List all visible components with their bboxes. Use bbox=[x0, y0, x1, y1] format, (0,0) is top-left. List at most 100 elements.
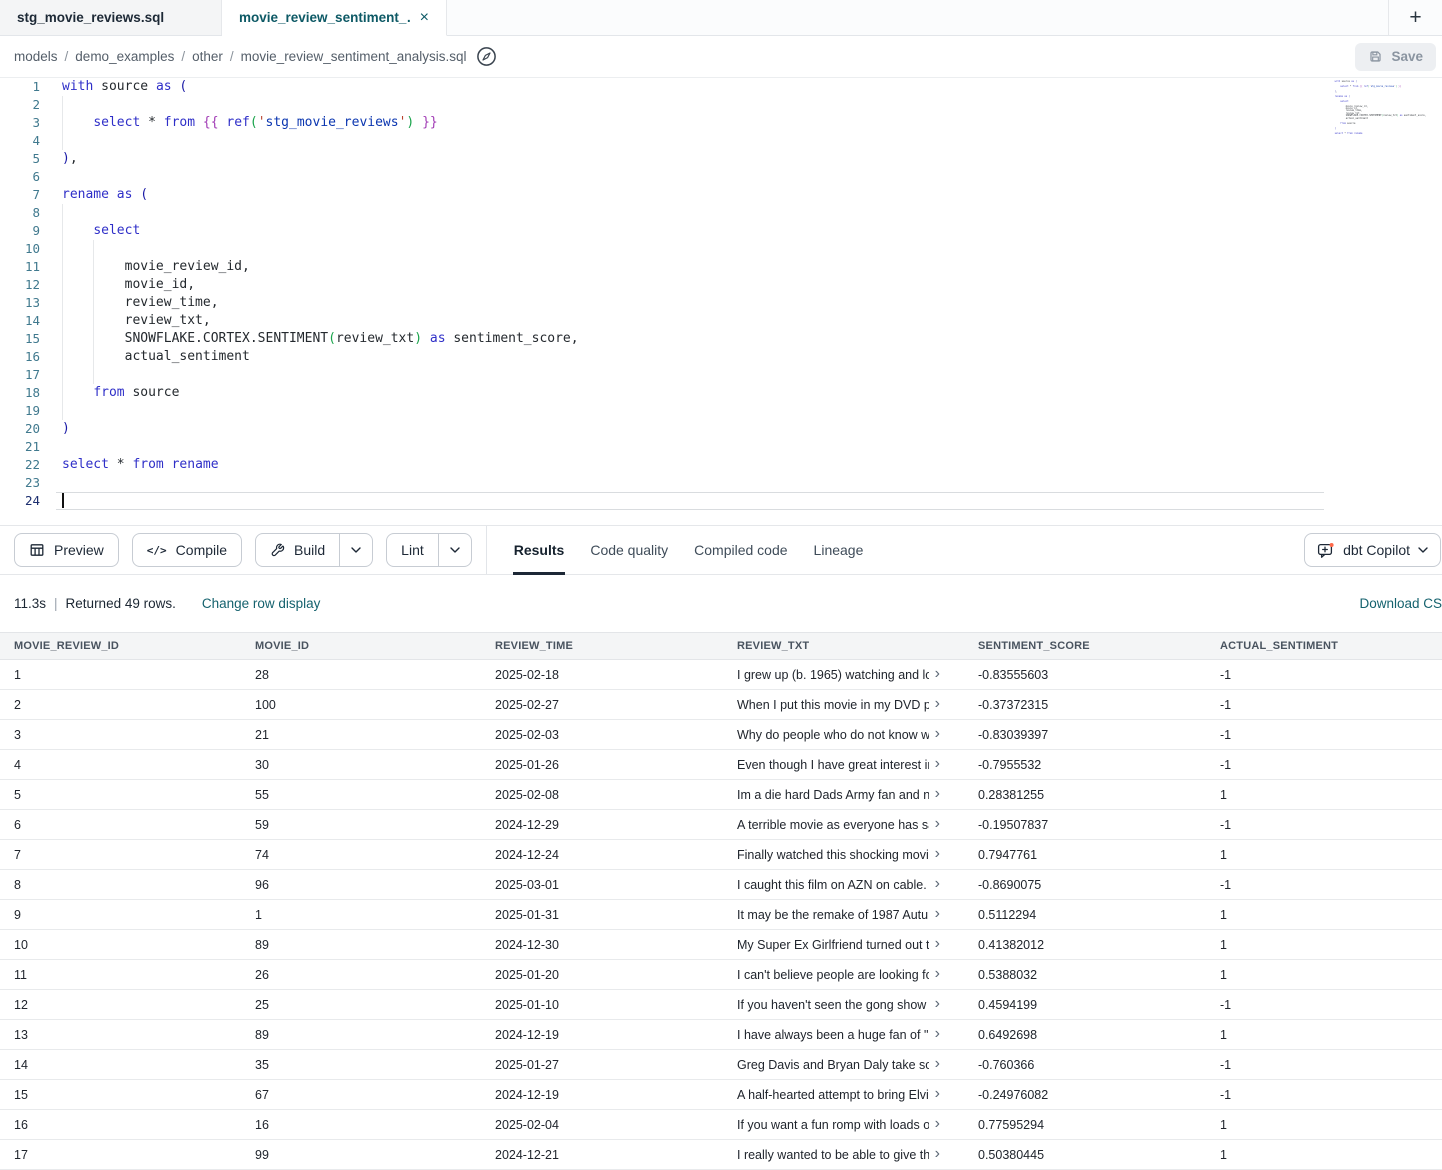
expand-row-icon[interactable]: › bbox=[935, 817, 940, 832]
result-tab-code-quality[interactable]: Code quality bbox=[577, 526, 681, 574]
compile-button[interactable]: </> Compile bbox=[132, 533, 242, 567]
expand-row-icon[interactable]: › bbox=[935, 697, 940, 712]
code-line[interactable]: 18 from source bbox=[0, 384, 1442, 402]
code-line[interactable]: 17 bbox=[0, 366, 1442, 384]
expand-row-icon[interactable]: › bbox=[935, 667, 940, 682]
code-line[interactable]: 9 select bbox=[0, 222, 1442, 240]
expand-row-icon[interactable]: › bbox=[935, 937, 940, 952]
file-tab-stg-movie-reviews[interactable]: stg_movie_reviews.sql bbox=[0, 0, 222, 35]
code-line[interactable]: 24 bbox=[0, 492, 1442, 510]
expand-row-icon[interactable]: › bbox=[935, 877, 940, 892]
lint-dropdown-chevron[interactable] bbox=[438, 534, 471, 566]
file-tab-movie-review-sentiment[interactable]: movie_review_sentiment_… × bbox=[222, 0, 447, 36]
cell-review_time: 2025-01-20 bbox=[481, 968, 723, 982]
table-row: 8962025-03-01I caught this film on AZN o… bbox=[0, 870, 1442, 900]
indent-guide bbox=[62, 276, 63, 294]
line-number: 12 bbox=[0, 276, 40, 294]
breadcrumb-part[interactable]: other bbox=[192, 49, 223, 64]
code-line[interactable]: 10 bbox=[0, 240, 1442, 258]
code-line[interactable]: 6 bbox=[0, 168, 1442, 186]
cell-sentiment_score: -0.37372315 bbox=[964, 698, 1206, 712]
expand-row-icon[interactable]: › bbox=[935, 1117, 940, 1132]
cell-review_time: 2025-01-31 bbox=[481, 908, 723, 922]
lint-button[interactable]: Lint bbox=[386, 533, 472, 567]
code-line[interactable]: 5), bbox=[0, 150, 1442, 168]
expand-row-icon[interactable]: › bbox=[935, 967, 940, 982]
cell-review_txt: I can't believe people are looking for a… bbox=[723, 967, 964, 983]
code-line[interactable]: 23 bbox=[0, 474, 1442, 492]
download-csv-link[interactable]: Download CSV bbox=[1359, 596, 1442, 611]
code-line[interactable]: 19 bbox=[0, 402, 1442, 420]
code-line[interactable]: 1with source as ( bbox=[0, 78, 1442, 96]
table-icon bbox=[29, 542, 45, 558]
results-table: MOVIE_REVIEW_IDMOVIE_IDREVIEW_TIMEREVIEW… bbox=[0, 632, 1442, 1170]
change-row-display-link[interactable]: Change row display bbox=[202, 596, 321, 611]
code-line[interactable]: 4 bbox=[0, 132, 1442, 150]
cell-actual_sentiment: -1 bbox=[1206, 758, 1442, 772]
save-button[interactable]: Save bbox=[1355, 43, 1436, 71]
new-tab-button[interactable]: + bbox=[1388, 0, 1442, 35]
code-line[interactable]: 14 review_txt, bbox=[0, 312, 1442, 330]
cell-actual_sentiment: 1 bbox=[1206, 1028, 1442, 1042]
code-line[interactable]: 15 SNOWFLAKE.CORTEX.SENTIMENT(review_txt… bbox=[0, 330, 1442, 348]
cell-movie_id: 89 bbox=[241, 938, 481, 952]
expand-row-icon[interactable]: › bbox=[935, 1027, 940, 1042]
result-tab-compiled-code[interactable]: Compiled code bbox=[681, 526, 800, 574]
expand-row-icon[interactable]: › bbox=[935, 997, 940, 1012]
cell-movie_review_id: 13 bbox=[0, 1028, 241, 1042]
cell-actual_sentiment: 1 bbox=[1206, 938, 1442, 952]
expand-row-icon[interactable]: › bbox=[935, 787, 940, 802]
review-text: Greg Davis and Bryan Daly take some … bbox=[737, 1058, 929, 1072]
review-text: A terrible movie as everyone has said. … bbox=[737, 818, 929, 832]
expand-row-icon[interactable]: › bbox=[935, 757, 940, 772]
build-button[interactable]: Build bbox=[255, 533, 373, 567]
code-line[interactable]: 13 review_time, bbox=[0, 294, 1442, 312]
dbt-copilot-button[interactable]: dbt Copilot bbox=[1304, 533, 1441, 567]
breadcrumb-part[interactable]: movie_review_sentiment_analysis.sql bbox=[241, 49, 467, 64]
line-number: 2 bbox=[0, 96, 40, 114]
compile-button-label: Compile bbox=[176, 542, 227, 558]
table-row: 4302025-01-26Even though I have great in… bbox=[0, 750, 1442, 780]
code-text: movie_review_id, bbox=[62, 258, 250, 276]
cell-movie_id: 55 bbox=[241, 788, 481, 802]
code-editor[interactable]: 1with source as (23 select * from {{ ref… bbox=[0, 78, 1442, 525]
code-line[interactable]: 8 bbox=[0, 204, 1442, 222]
code-icon: </> bbox=[147, 544, 167, 557]
cell-movie_review_id: 9 bbox=[0, 908, 241, 922]
code-lines: 1with source as (23 select * from {{ ref… bbox=[0, 78, 1442, 510]
code-line[interactable]: 11 movie_review_id, bbox=[0, 258, 1442, 276]
cell-actual_sentiment: -1 bbox=[1206, 728, 1442, 742]
preview-button[interactable]: Preview bbox=[14, 533, 119, 567]
cell-review_time: 2024-12-19 bbox=[481, 1028, 723, 1042]
code-line[interactable]: 16 actual_sentiment bbox=[0, 348, 1442, 366]
expand-row-icon[interactable]: › bbox=[935, 1087, 940, 1102]
code-line[interactable]: 21 bbox=[0, 438, 1442, 456]
breadcrumb-part[interactable]: demo_examples bbox=[75, 49, 174, 64]
close-tab-icon[interactable]: × bbox=[410, 9, 429, 27]
code-line[interactable]: 12 movie_id, bbox=[0, 276, 1442, 294]
build-dropdown-chevron[interactable] bbox=[339, 534, 372, 566]
column-header: ACTUAL_SENTIMENT bbox=[1206, 640, 1442, 652]
expand-row-icon[interactable]: › bbox=[935, 1057, 940, 1072]
code-line[interactable]: 22select * from rename bbox=[0, 456, 1442, 474]
expand-row-icon[interactable]: › bbox=[935, 1147, 940, 1162]
code-line[interactable]: 7rename as ( bbox=[0, 186, 1442, 204]
result-tab-lineage[interactable]: Lineage bbox=[801, 526, 877, 574]
line-number: 9 bbox=[0, 222, 40, 240]
code-line[interactable]: 3 select * from {{ ref('stg_movie_review… bbox=[0, 114, 1442, 132]
breadcrumb-part[interactable]: models bbox=[14, 49, 58, 64]
expand-row-icon[interactable]: › bbox=[935, 847, 940, 862]
cell-movie_review_id: 4 bbox=[0, 758, 241, 772]
code-line[interactable]: 20) bbox=[0, 420, 1442, 438]
column-header: MOVIE_ID bbox=[241, 640, 481, 652]
cell-movie_id: 1 bbox=[241, 908, 481, 922]
cell-review_txt: Finally watched this shocking movie la…› bbox=[723, 847, 964, 863]
expand-row-icon[interactable]: › bbox=[935, 727, 940, 742]
minimap[interactable]: with source as ( select * from {{ ref('s… bbox=[1335, 81, 1426, 140]
expand-row-icon[interactable]: › bbox=[935, 907, 940, 922]
result-tab-results[interactable]: Results bbox=[501, 526, 578, 574]
code-line[interactable]: 2 bbox=[0, 96, 1442, 114]
save-icon bbox=[1368, 49, 1383, 64]
code-text: with source as ( bbox=[62, 78, 187, 96]
compass-icon[interactable] bbox=[476, 46, 497, 67]
